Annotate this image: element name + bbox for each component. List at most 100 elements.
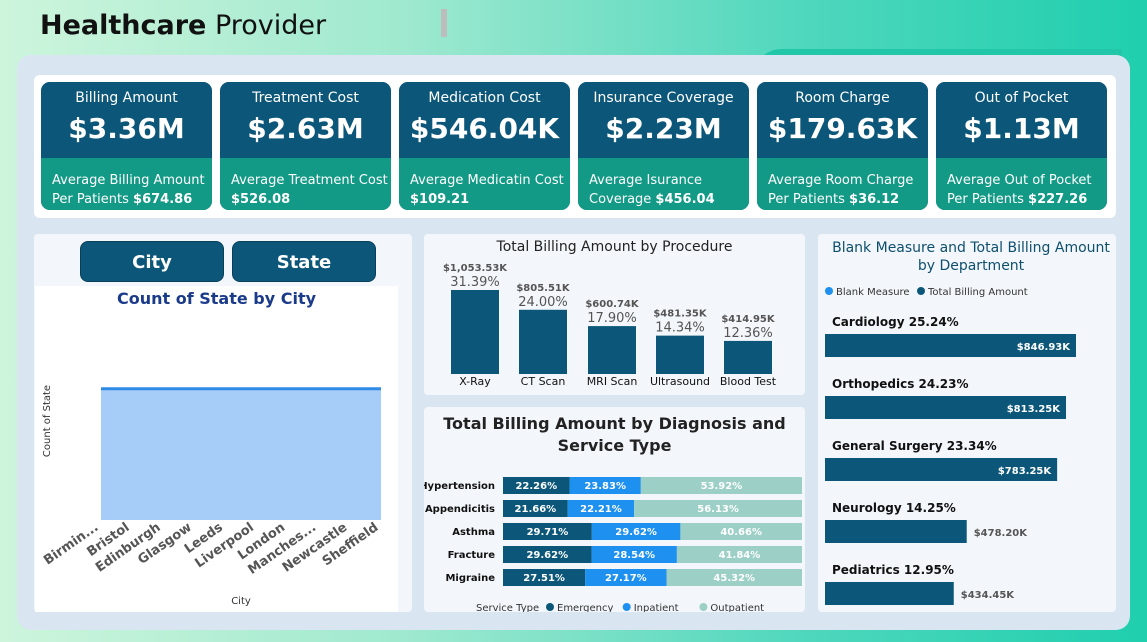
diagnosis-segment-label: 29.62% xyxy=(615,527,657,538)
procedure-percent-label: 17.90% xyxy=(587,311,637,326)
kpi-label: Billing Amount xyxy=(75,90,178,106)
diagnosis-segment-label: 28.54% xyxy=(613,550,655,561)
department-bar xyxy=(825,582,954,605)
kpi-value: $179.63K xyxy=(767,112,918,145)
procedure-bar xyxy=(724,340,772,374)
title-divider xyxy=(441,9,447,37)
city-slicer-button[interactable]: City xyxy=(80,241,224,282)
department-category-label: General Surgery 23.34% xyxy=(832,439,997,453)
legend-title: Service Type xyxy=(476,603,539,612)
kpi-card: Medication Cost $546.04K Average Medicatin… xyxy=(399,82,570,210)
count-state-by-city-chart: Count of State by City Birmin... Bristol E… xyxy=(35,286,398,612)
procedure-bar xyxy=(451,290,499,374)
y-axis-label: Count of State xyxy=(42,385,53,457)
procedure-value-label: $805.51K xyxy=(516,283,571,294)
x-axis-label: City xyxy=(231,596,251,607)
legend-item: Outpatient xyxy=(710,603,764,612)
kpi-card: Billing Amount $3.36M Average Billing Amou… xyxy=(41,82,212,210)
procedure-bar xyxy=(519,309,567,374)
diagnosis-segment-label: 45.32% xyxy=(713,573,755,584)
kpi-value: $2.23M xyxy=(605,112,722,145)
kpi-sub-value: $674.86 xyxy=(133,192,193,207)
diagnosis-category-label: Migraine xyxy=(445,573,495,584)
state-slicer-button[interactable]: State xyxy=(232,241,376,282)
kpi-sub-label: Average Isurance xyxy=(589,173,703,188)
diagnosis-segment-label: 27.51% xyxy=(523,573,565,584)
department-value-label: $783.25K xyxy=(998,466,1053,477)
diagnosis-panel: Total Billing Amount by Diagnosis and Se… xyxy=(424,407,805,612)
kpi-sub-prefix: Per Patients xyxy=(947,192,1029,207)
kpi-label: Treatment Cost xyxy=(252,90,359,106)
department-category-label: Pediatrics 12.95% xyxy=(832,563,954,577)
procedure-bar xyxy=(656,335,704,374)
department-value-label: $478.20K xyxy=(974,528,1029,539)
legend-item: Inpatient xyxy=(634,603,679,612)
kpi-value: $1.13M xyxy=(963,112,1080,145)
kpi-sub-label: Average Treatment Cost xyxy=(231,173,388,188)
diagnosis-segment-label: 53.92% xyxy=(701,481,743,492)
kpi-sub-value-line: Per Patients $36.12 xyxy=(768,190,928,209)
area-fill xyxy=(101,388,381,520)
kpi-value: $546.04K xyxy=(409,112,560,145)
diagnosis-segment-label: 22.21% xyxy=(580,504,622,515)
kpi-card: Treatment Cost $2.63M Average Treatment Co… xyxy=(220,82,391,210)
diagnosis-segment-label: 22.26% xyxy=(515,481,557,492)
kpi-sub-value-line: $109.21 xyxy=(410,190,570,209)
kpi-sub-value: $36.12 xyxy=(849,192,900,207)
department-category-label: Neurology 14.25% xyxy=(832,501,956,515)
legend-item: Emergency xyxy=(557,603,613,612)
department-bar xyxy=(825,520,967,543)
procedure-percent-label: 14.34% xyxy=(655,321,705,336)
diagnosis-segment-label: 40.66% xyxy=(720,527,762,538)
diagnosis-segment-label: 56.13% xyxy=(697,504,739,515)
kpi-card: Out of Pocket $1.13M Average Out of Pocket… xyxy=(936,82,1107,210)
diagnosis-category-label: Asthma xyxy=(452,527,495,538)
department-value-label: $813.25K xyxy=(1007,404,1062,415)
procedure-value-label: $414.95K xyxy=(721,314,776,325)
kpi-value: $2.63M xyxy=(247,112,364,145)
legend-marker xyxy=(546,603,554,611)
legend-item: Total Billing Amount xyxy=(927,287,1028,298)
department-chart-svg: Blank Measure Total Billing Amount Cardiol… xyxy=(825,287,1076,605)
diagnosis-chart-svg: Hypertension 22.26% 23.83% 53.92% Appendicit… xyxy=(424,477,803,612)
kpi-sub-value: $109.21 xyxy=(410,192,470,207)
procedure-category-label: X-Ray xyxy=(459,375,491,388)
procedure-value-label: $600.74K xyxy=(585,299,640,310)
diagnosis-category-label: Fracture xyxy=(448,550,496,561)
legend-marker xyxy=(622,603,631,611)
department-category-label: Orthopedics 24.23% xyxy=(832,377,969,391)
procedure-percent-label: 31.39% xyxy=(450,275,500,290)
kpi-sub-value: $456.04 xyxy=(655,192,715,207)
area-chart-svg: Birmin...BristolEdinburghGlasgowLeedsLiv… xyxy=(41,385,381,607)
kpi-label: Insurance Coverage xyxy=(593,90,734,106)
procedure-panel: Total Billing Amount by Procedure X-Ray $… xyxy=(424,234,805,395)
procedure-percent-label: 12.36% xyxy=(723,326,773,341)
department-panel: Blank Measure and Total Billing Amount b… xyxy=(818,234,1116,612)
kpi-label: Out of Pocket xyxy=(974,90,1069,106)
legend-marker xyxy=(825,287,833,295)
procedure-category-label: Ultrasound xyxy=(650,375,710,388)
kpi-sub-label: Average Out of Pocket xyxy=(947,173,1092,188)
kpi-sub-label: Average Room Charge xyxy=(768,173,914,188)
procedure-value-label: $481.35K xyxy=(653,309,708,320)
kpi-sub-value-line: Coverage $456.04 xyxy=(589,190,749,209)
kpi-sub-prefix: Coverage xyxy=(589,192,656,207)
diagnosis-category-label: Hypertension xyxy=(424,481,495,492)
kpi-card: Insurance Coverage $2.23M Average Isurance… xyxy=(578,82,749,210)
kpi-card: Room Charge $179.63K Average Room Charge Pe… xyxy=(757,82,928,210)
department-value-label: $434.45K xyxy=(961,590,1016,601)
diagnosis-segment-label: 21.66% xyxy=(515,504,557,515)
department-category-label: Cardiology 25.24% xyxy=(832,315,959,329)
kpi-sub-value-line: $526.08 xyxy=(231,190,391,209)
kpi-label: Medication Cost xyxy=(428,90,541,106)
kpi-sub-label: Average Medicatin Cost xyxy=(410,173,564,188)
diagnosis-category-label: Appendicitis xyxy=(425,504,495,515)
legend-marker xyxy=(917,287,925,295)
kpi-label: Room Charge xyxy=(795,90,890,106)
legend-item: Blank Measure xyxy=(836,287,910,298)
kpi-sub-value-line: Per Patients $227.26 xyxy=(947,190,1107,209)
procedure-category-label: Blood Test xyxy=(720,375,777,388)
page-title: Healthcare Provider xyxy=(40,10,327,41)
kpi-sub-prefix: Per Patients xyxy=(52,192,134,207)
procedure-category-label: MRI Scan xyxy=(587,375,638,388)
